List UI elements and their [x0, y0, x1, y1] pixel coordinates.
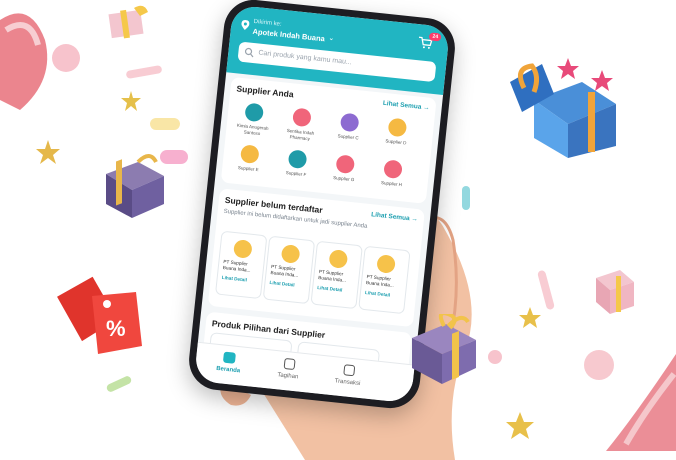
- supplier-item[interactable]: Supplier F: [274, 148, 321, 179]
- gift-box-decoration: [108, 5, 148, 39]
- confetti-decoration: [160, 150, 188, 164]
- chevron-down-icon[interactable]: ⌄: [328, 34, 335, 43]
- nav-item-transaksi[interactable]: Transaksi: [322, 362, 374, 388]
- search-icon: [244, 47, 254, 58]
- nav-item-beranda[interactable]: Beranda: [203, 350, 255, 376]
- confetti-decoration: [536, 269, 556, 311]
- see-all-link[interactable]: Lihat Semua →: [383, 100, 430, 112]
- nav-label: Beranda: [215, 365, 241, 375]
- confetti-decoration: [105, 374, 133, 394]
- gift-box-decoration: [106, 154, 164, 218]
- gift-box-decoration: [596, 270, 634, 314]
- cart-count-badge: 24: [429, 32, 442, 42]
- supplier-card[interactable]: PT Supplier Buana Inda... Lihat Detail: [358, 245, 411, 315]
- unregistered-suppliers-section: Supplier belum terdaftar Lihat Semua → S…: [207, 188, 425, 328]
- my-suppliers-section: Supplier Anda Lihat Semua → Kimia Anuger…: [220, 76, 437, 204]
- supplier-item[interactable]: Supplier G: [322, 153, 369, 184]
- delivery-location[interactable]: Apotek Indah Buana: [252, 27, 325, 44]
- confetti-decoration: [125, 64, 163, 80]
- nav-item-tagihan[interactable]: Tagihan: [263, 356, 315, 382]
- bill-icon: [283, 357, 296, 370]
- confetti-decoration: [150, 118, 180, 130]
- section-title: Supplier Anda: [236, 83, 295, 100]
- supplier-item[interactable]: Supplier E: [226, 143, 273, 174]
- supplier-card[interactable]: PT Supplier Buana Inda... Lihat Detail: [310, 240, 363, 310]
- star-decoration: [121, 91, 141, 111]
- ribbon-decoration: [606, 354, 676, 451]
- search-input[interactable]: Cari produk yang kamu mau...: [258, 49, 352, 66]
- location-pin-icon: [241, 19, 250, 30]
- home-icon: [222, 351, 236, 364]
- supplier-item[interactable]: Supplier C: [326, 111, 373, 142]
- see-all-link[interactable]: Lihat Semua →: [371, 211, 418, 223]
- supplier-item[interactable]: Sentika Indah Pharmacy: [278, 106, 325, 143]
- search-bar[interactable]: Cari produk yang kamu mau...: [237, 41, 437, 83]
- star-decoration: [36, 140, 60, 164]
- supplier-item[interactable]: Supplier H: [369, 158, 416, 189]
- open-gift-box-decoration: [510, 58, 616, 158]
- nav-label: Transaksi: [334, 378, 361, 387]
- supplier-item[interactable]: Kimia Anugerah Santoso: [230, 101, 277, 138]
- transaction-icon: [342, 364, 355, 377]
- supplier-card[interactable]: PT Supplier Buana Inda... Lihat Detail: [262, 235, 316, 305]
- ribbon-decoration: [0, 13, 48, 110]
- nav-label: Tagihan: [277, 372, 299, 381]
- supplier-card[interactable]: PT Supplier Buana Inda... Lihat Detail: [214, 230, 268, 300]
- svg-text:%: %: [106, 316, 126, 341]
- price-tag-icon: %: [57, 276, 142, 354]
- balloon-decoration: [52, 44, 80, 72]
- supplier-item[interactable]: Supplier D: [374, 116, 421, 147]
- gift-box-decoration: [412, 314, 476, 384]
